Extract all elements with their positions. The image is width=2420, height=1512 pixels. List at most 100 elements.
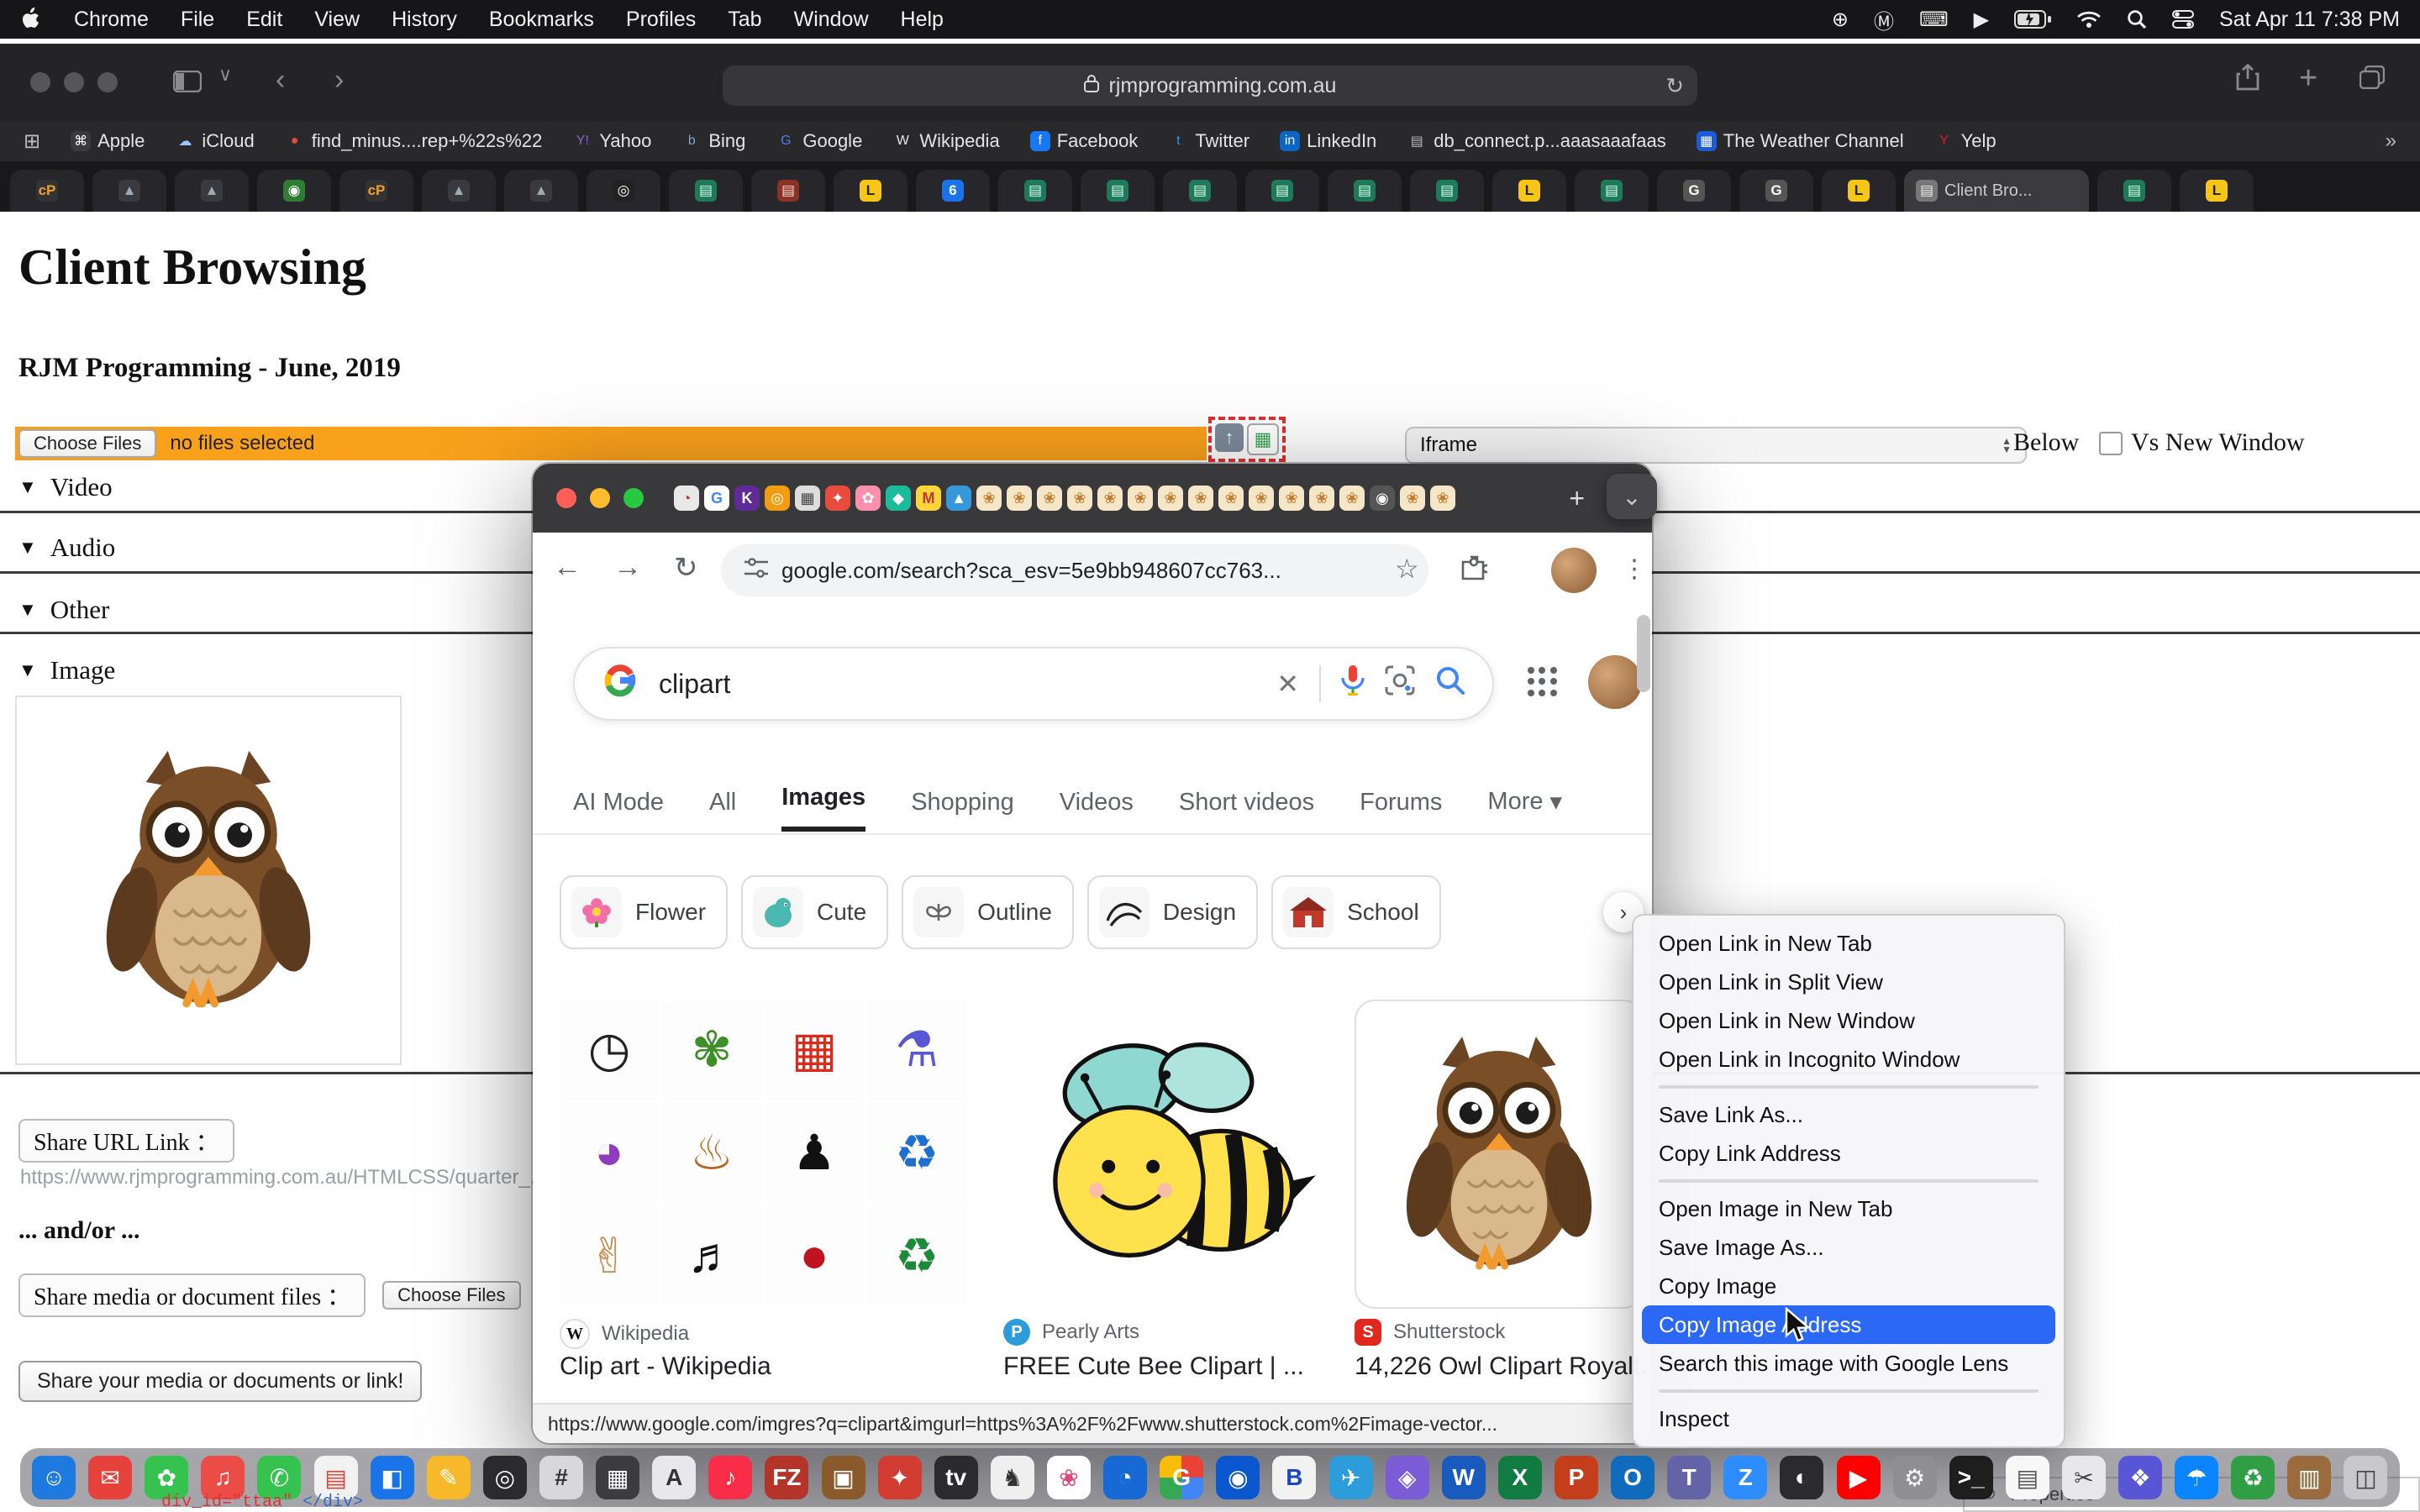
spotlight-search-icon[interactable] (2127, 9, 2147, 29)
dock-app-icon[interactable]: ▤ (2006, 1456, 2049, 1499)
dock-app-icon[interactable]: T (1667, 1456, 1711, 1499)
browser-tab[interactable]: ▤ Client Bro... (1904, 170, 2089, 212)
bookmark-star-icon[interactable]: ☆ (1395, 553, 1419, 585)
browser-tab[interactable]: ▤ (1328, 170, 1402, 212)
popup-tab-favicon[interactable]: ❀ (1188, 486, 1213, 511)
image-file-icon[interactable]: ▦ (1247, 423, 1279, 455)
minimize-window-button[interactable] (64, 72, 84, 92)
address-bar[interactable]: rjmprogramming.com.au ↻ (723, 66, 1697, 106)
popup-tab-favicon[interactable]: ❀ (976, 486, 1002, 511)
context-menu-item[interactable]: Save Image As... (1642, 1228, 2055, 1267)
dock-app-icon[interactable]: B (1272, 1456, 1316, 1499)
dock-app-icon[interactable]: ▣ (822, 1456, 865, 1499)
bookmark-item[interactable]: b Bing (681, 130, 745, 152)
dock-app-icon[interactable]: ▥ (2287, 1456, 2331, 1499)
google-result-tab[interactable]: More ▾ (1487, 787, 1562, 832)
popup-forward-icon[interactable]: → (613, 551, 642, 584)
context-menu-item[interactable]: Inspect (1642, 1399, 2055, 1438)
result3-title[interactable]: 14,226 Owl Clipart Royalt... (1355, 1352, 1650, 1381)
search-query-text[interactable]: clipart (659, 669, 1256, 700)
dock-app-icon[interactable]: ▦ (596, 1456, 639, 1499)
google-result-tab[interactable]: Images (781, 784, 865, 832)
dock-app-icon[interactable]: ♻ (2231, 1456, 2275, 1499)
dock-app-icon[interactable]: # (539, 1456, 583, 1499)
google-lens-icon[interactable] (1385, 665, 1415, 702)
control-center-icon[interactable] (2172, 10, 2194, 29)
vs-new-window-checkbox[interactable] (2099, 432, 2123, 455)
google-result-tab[interactable]: Videos (1060, 789, 1134, 832)
result2-source[interactable]: P Pearly Arts (1003, 1319, 1139, 1346)
menubar-item[interactable]: History (392, 8, 457, 32)
context-menu-item[interactable]: Open Link in New Tab (1642, 924, 2055, 963)
popup-tab-favicon[interactable]: ❀ (1400, 486, 1425, 511)
browser-tab[interactable]: cP (10, 170, 84, 212)
dock-app-icon[interactable]: ◧ (371, 1456, 414, 1499)
menubar-item[interactable]: Bookmarks (489, 8, 594, 32)
context-menu-item[interactable]: Copy Image Address (1642, 1305, 2055, 1344)
browser-tab[interactable]: ◉ (257, 170, 331, 212)
popup-new-tab-button[interactable]: + (1569, 483, 1585, 514)
google-result-tab[interactable]: Shopping (911, 789, 1014, 832)
context-menu-item[interactable]: Open Image in New Tab (1642, 1189, 2055, 1228)
popup-tab-favicon[interactable]: ❀ (1249, 486, 1274, 511)
sidebar-toggle-icon[interactable] (173, 67, 202, 100)
dock-app-icon[interactable]: ◐ (1780, 1456, 1823, 1499)
bookmark-item[interactable]: f Facebook (1030, 130, 1139, 152)
popup-tab-favicon[interactable]: ❀ (1067, 486, 1092, 511)
popup-tab-favicon[interactable]: ❀ (1158, 486, 1183, 511)
dock-app-icon[interactable]: ◎ (483, 1456, 527, 1499)
tab-overview-icon[interactable] (2360, 64, 2385, 97)
popup-tab-favicon[interactable]: ▦ (795, 486, 820, 511)
dock-app-icon[interactable]: G (1160, 1456, 1203, 1499)
dock-app-icon[interactable]: ♪ (708, 1456, 752, 1499)
popup-tab-favicon[interactable]: ▲ (946, 486, 971, 511)
browser-tab[interactable]: L (1822, 170, 1896, 212)
play-icon[interactable]: ▶ (1974, 8, 1989, 32)
browser-tab[interactable]: ▤ (998, 170, 1072, 212)
chip-design[interactable]: Design (1087, 875, 1258, 949)
popup-collapse-chevron-button[interactable]: ⌄ (1607, 474, 1657, 519)
share-media-choose-files-button[interactable]: Choose Files (382, 1281, 520, 1310)
dock-app-icon[interactable]: ⚙ (1893, 1456, 1937, 1499)
keyboard-icon[interactable]: ⌨ (1919, 8, 1949, 32)
result-image-collage[interactable]: ◷✾▦⚗◕♨♟♻✌♬●♻ (560, 1000, 966, 1305)
dock-app-icon[interactable]: tv (934, 1456, 978, 1499)
m-circle-icon[interactable]: Ⓜ (1874, 5, 1894, 34)
browser-tab[interactable]: ▤ (669, 170, 743, 212)
popup-minimize-button[interactable] (590, 488, 610, 508)
result1-title[interactable]: Clip art - Wikipedia (560, 1352, 966, 1381)
context-menu-item[interactable] (1659, 1085, 2039, 1089)
google-result-tab[interactable]: Short videos (1179, 789, 1314, 832)
menubar-item[interactable]: Tab (728, 8, 761, 32)
dock-app-icon[interactable]: ✂ (2062, 1456, 2106, 1499)
menubar-item[interactable]: Edit (246, 8, 282, 32)
bookmark-item[interactable]: ▤ db_connect.p...aaasaaafaas (1407, 130, 1665, 152)
choose-files-button[interactable]: Choose Files (18, 429, 156, 458)
browser-tab[interactable]: ▲ (92, 170, 166, 212)
dock-app-icon[interactable]: ✦ (878, 1456, 922, 1499)
popup-tab-favicon[interactable]: ❀ (1279, 486, 1304, 511)
result3-source[interactable]: S Shutterstock (1355, 1319, 1505, 1346)
popup-tab-favicon[interactable]: M (916, 486, 941, 511)
clear-search-icon[interactable]: ✕ (1276, 668, 1299, 700)
result-image-owl[interactable] (1355, 1000, 1644, 1309)
google-account-avatar[interactable] (1588, 655, 1642, 709)
popup-tab-favicon[interactable]: ❀ (1339, 486, 1365, 511)
google-search-box[interactable]: clipart ✕ (573, 647, 1494, 721)
popup-tab-favicon[interactable]: ✿ (855, 486, 881, 511)
browser-tab[interactable]: ▤ (1410, 170, 1484, 212)
context-menu-item[interactable]: Open Link in Incognito Window (1642, 1040, 2055, 1079)
dock-app-icon[interactable]: ❖ (2118, 1456, 2162, 1499)
browser-tab[interactable]: ◎ (587, 170, 660, 212)
dock-app-icon[interactable]: ✉ (88, 1456, 132, 1499)
dock-app-icon[interactable]: ▶ (1837, 1456, 1881, 1499)
browser-tab[interactable]: ▤ (1081, 170, 1155, 212)
popup-tab-favicon[interactable]: ◎ (765, 486, 790, 511)
browser-tab[interactable]: ▲ (504, 170, 578, 212)
context-menu-item[interactable]: Copy Link Address (1642, 1134, 2055, 1173)
chip-school[interactable]: School (1271, 875, 1441, 949)
browser-tab[interactable]: cP (339, 170, 413, 212)
result-image-bee[interactable] (1003, 1000, 1329, 1305)
zoom-window-button[interactable] (97, 72, 118, 92)
result2-title[interactable]: FREE Cute Bee Clipart | ... (1003, 1352, 1329, 1381)
